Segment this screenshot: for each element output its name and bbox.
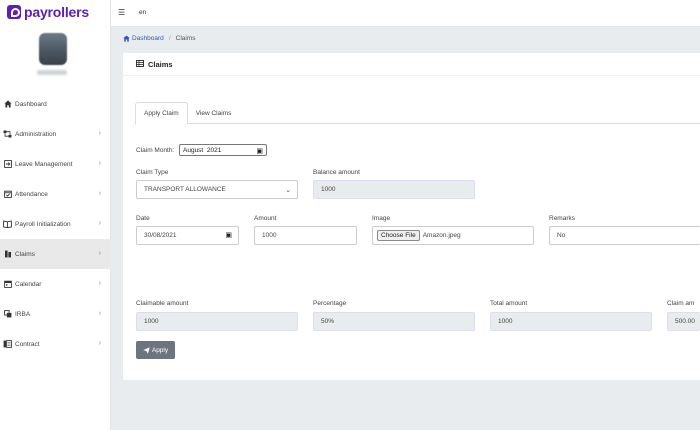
claim-amount-field: 500.00	[667, 312, 700, 331]
brand-name: payrollers	[24, 4, 89, 20]
claimable-amount-value: 1000	[144, 318, 159, 325]
card-header: Claims	[123, 53, 700, 76]
sidebar-item-label: Contract	[15, 340, 40, 348]
sidebar-item-claims[interactable]: Claims ›	[0, 239, 111, 269]
sidebar-item-leave-management[interactable]: Leave Management ›	[0, 149, 111, 179]
calendar-icon	[3, 280, 12, 289]
chevron-right-icon: ›	[98, 280, 101, 287]
brand-logo[interactable]: payrollers	[7, 3, 89, 21]
balance-amount-field: 1000	[313, 180, 475, 199]
breadcrumb-current: Claims	[175, 35, 196, 42]
home-icon	[123, 35, 130, 42]
logo-icon	[7, 5, 21, 19]
sidebar-item-attendance[interactable]: Attendance ›	[0, 179, 111, 209]
chevron-right-icon: ›	[98, 130, 101, 137]
sidebar-item-label: Attendance	[15, 190, 48, 198]
user-name-blurred	[37, 70, 67, 75]
sidebar-item-label: Leave Management	[15, 160, 73, 168]
choose-file-button[interactable]: Choose File	[377, 230, 420, 241]
sidebar: payrollers Dashboard Administration › Le…	[0, 0, 111, 430]
claim-amount-label: Claim am	[667, 300, 695, 307]
sidebar-item-label: IRBA	[15, 310, 31, 318]
sidebar-item-payroll-initialization[interactable]: Payroll Initialization ›	[0, 209, 111, 239]
hamburger-icon[interactable]: ☰	[118, 8, 125, 17]
tab-view-claims[interactable]: View Claims	[188, 102, 240, 124]
percentage-field: 50%	[313, 312, 475, 331]
remarks-value: No	[557, 232, 566, 239]
sidebar-item-label: Dashboard	[15, 100, 47, 108]
calendar-check-icon	[3, 190, 12, 199]
claim-type-select[interactable]: TRANSPORT ALLOWANCE ⌄	[136, 180, 298, 199]
breadcrumb-separator: /	[168, 35, 171, 42]
topbar: ☰ en	[111, 0, 700, 27]
sidebar-item-administration[interactable]: Administration ›	[0, 119, 111, 149]
sidebar-item-dashboard[interactable]: Dashboard	[0, 89, 111, 119]
breadcrumb-home-label: Dashboard	[132, 35, 164, 42]
sidebar-item-irba[interactable]: IRBA ›	[0, 299, 111, 329]
image-file-name: Amazon.jpeg	[422, 232, 461, 239]
contract-icon	[3, 340, 12, 349]
breadcrumb: Dashboard / Claims	[123, 35, 196, 42]
chevron-right-icon: ›	[98, 190, 101, 197]
claim-month-input[interactable]: August 2021 ▣	[179, 144, 267, 156]
table-icon	[136, 59, 144, 69]
claimable-amount-field: 1000	[136, 312, 298, 331]
balance-amount-label: Balance amount	[313, 169, 360, 176]
percentage-value: 50%	[321, 318, 335, 325]
sidebar-item-label: Calendar	[15, 280, 42, 288]
avatar[interactable]	[39, 33, 67, 65]
claim-amount-value: 500.00	[675, 318, 695, 325]
amount-input[interactable]: 1000	[254, 226, 357, 245]
chevron-right-icon: ›	[98, 220, 101, 227]
sidebar-nav: Dashboard Administration › Leave Managem…	[0, 89, 111, 359]
total-amount-label: Total amount	[490, 300, 528, 307]
tab-apply-claim[interactable]: Apply Claim	[135, 102, 188, 125]
apply-button-label: Apply	[151, 346, 169, 354]
calendar-icon[interactable]: ▣	[225, 231, 232, 239]
chevron-right-icon: ›	[98, 310, 101, 317]
calendar-icon[interactable]: ▣	[256, 147, 263, 155]
sidebar-item-label: Administration	[15, 130, 57, 138]
total-amount-value: 1000	[498, 318, 513, 325]
claim-month-label: Claim Month:	[136, 147, 175, 154]
chevron-down-icon: ⌄	[285, 187, 291, 194]
sidebar-item-calendar[interactable]: Calendar ›	[0, 269, 111, 299]
sign-out-icon	[3, 160, 12, 169]
amount-value: 1000	[262, 232, 277, 239]
language-selector[interactable]: en	[139, 9, 146, 16]
breadcrumb-home[interactable]: Dashboard	[123, 35, 164, 42]
apply-button[interactable]: Apply	[136, 341, 175, 359]
remarks-input[interactable]: No	[549, 226, 700, 245]
total-amount-field: 1000	[490, 312, 652, 331]
sidebar-item-contract[interactable]: Contract ›	[0, 329, 111, 359]
claim-type-value: TRANSPORT ALLOWANCE	[144, 186, 226, 193]
book-icon	[3, 220, 12, 229]
chevron-right-icon: ›	[98, 250, 101, 257]
date-value: 30/08/2021	[144, 232, 177, 239]
balance-amount-value: 1000	[321, 186, 336, 193]
remarks-label: Remarks	[549, 215, 576, 222]
image-label: Image	[372, 215, 391, 222]
paper-plane-icon	[143, 346, 150, 354]
percentage-label: Percentage	[313, 300, 347, 307]
sitemap-icon	[3, 130, 12, 139]
claim-tabs: Apply Claim View Claims	[135, 102, 700, 125]
sidebar-item-label: Payroll Initialization	[15, 220, 71, 228]
card-title: Claims	[148, 59, 173, 69]
claim-type-label: Claim Type	[136, 169, 169, 176]
file-icon	[3, 250, 12, 259]
claims-card: Claims Apply Claim View Claims Claim Mon…	[123, 53, 700, 380]
layers-icon	[3, 310, 12, 319]
chevron-right-icon: ›	[98, 340, 101, 347]
chevron-right-icon: ›	[98, 160, 101, 167]
image-file-input[interactable]: Choose File Amazon.jpeg	[372, 226, 534, 245]
sidebar-item-label: Claims	[15, 250, 35, 258]
amount-label: Amount	[254, 215, 277, 222]
home-icon	[3, 100, 12, 109]
date-label: Date	[136, 215, 150, 222]
claimable-amount-label: Claimable amount	[136, 300, 189, 307]
claim-month-value: August 2021	[183, 146, 222, 154]
date-input[interactable]: 30/08/2021 ▣	[136, 226, 239, 245]
